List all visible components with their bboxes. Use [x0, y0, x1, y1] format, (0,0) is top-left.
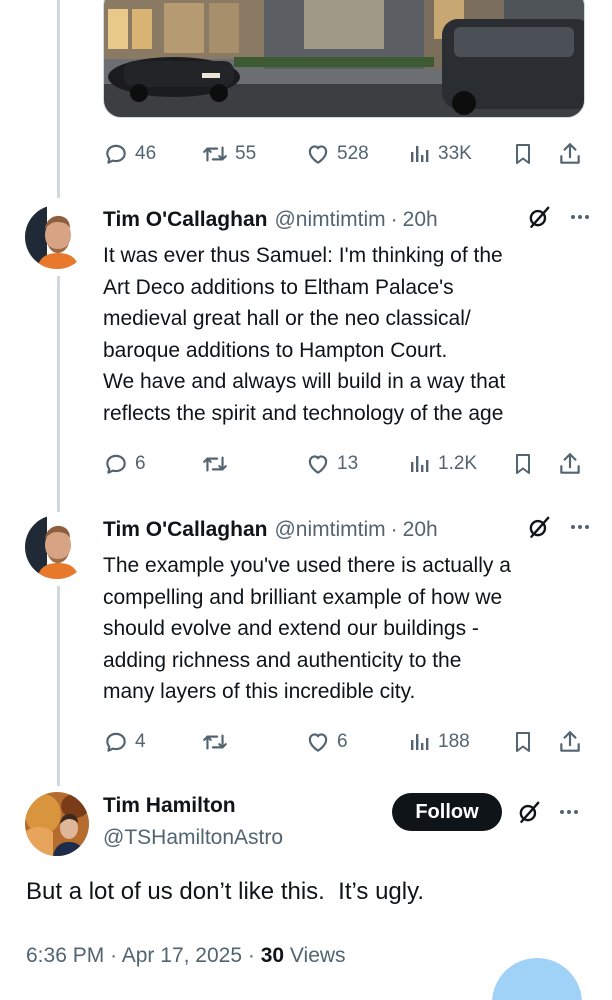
bookmark-icon [511, 729, 535, 755]
retweet-button[interactable] [201, 724, 229, 760]
like-count: 6 [337, 731, 348, 752]
tweet-text-line: It was ever thus Samuel: I'm thinking of… [103, 244, 503, 267]
like-button[interactable]: 6 [305, 724, 348, 760]
author-handle[interactable]: @nimtimtim [274, 208, 385, 232]
author-name[interactable]: Tim O'Callaghan [103, 208, 267, 232]
reply-count: 46 [135, 143, 157, 164]
retweet-count: 55 [235, 143, 257, 164]
separator-dot: · [247, 944, 255, 967]
bookmark-button[interactable] [511, 724, 535, 760]
views-count: 30 [260, 944, 285, 967]
more-icon[interactable] [568, 205, 592, 235]
more-icon[interactable] [568, 515, 592, 545]
bookmark-icon [511, 451, 535, 477]
tweet-actions: 4 6 188 [103, 724, 585, 760]
reply-button[interactable]: 4 [103, 724, 146, 760]
share-icon [557, 141, 583, 167]
main-tweet-text: But a lot of us don’t like this. It’s ug… [26, 878, 424, 905]
views-icon [408, 451, 432, 477]
tweet-text-line: medieval great hall or the neo classical… [103, 307, 471, 330]
views-button[interactable]: 33K [408, 136, 472, 172]
share-icon [557, 729, 583, 755]
tweet-actions: 46 55 528 33K [103, 136, 585, 172]
tweet-text-line: adding richness and authenticity to the [103, 648, 462, 672]
author-name[interactable]: Tim O'Callaghan [103, 518, 267, 542]
more-icon[interactable] [557, 800, 581, 829]
tweet-timestamp[interactable]: 20h [403, 518, 438, 542]
reply-icon [103, 729, 129, 755]
tweet-text-line: compelling and brilliant example of how … [103, 585, 503, 609]
avatar[interactable] [25, 792, 89, 856]
like-count: 13 [337, 453, 359, 474]
heart-icon [305, 451, 331, 477]
separator-dot: · [390, 208, 398, 231]
tweet-text-line: baroque additions to Hampton Court. [103, 338, 448, 362]
author-handle[interactable]: @nimtimtim [274, 518, 385, 542]
views-label: Views [289, 944, 346, 967]
reply-icon [103, 141, 129, 167]
tweet-text-line: We have and always will build in a way t… [103, 370, 506, 393]
bookmark-button[interactable] [511, 446, 535, 482]
grok-icon[interactable] [526, 514, 552, 546]
views-icon [408, 729, 432, 755]
share-button[interactable] [557, 136, 583, 172]
views-button[interactable]: 1.2K [408, 446, 477, 482]
follow-button[interactable]: Follow [392, 793, 502, 831]
views-button[interactable]: 188 [408, 724, 470, 760]
grok-icon[interactable] [516, 799, 542, 830]
tweet-text-line: should evolve and extend our buildings - [103, 617, 479, 640]
avatar[interactable] [25, 205, 89, 269]
post-date[interactable]: Apr 17, 2025 [122, 944, 242, 967]
tweet-text: It was ever thus Samuel: I'm thinking of… [103, 240, 583, 429]
retweet-button[interactable] [201, 446, 229, 482]
separator-dot: · [110, 944, 118, 967]
avatar[interactable] [25, 515, 89, 579]
grok-icon[interactable] [526, 204, 552, 236]
share-button[interactable] [557, 446, 583, 482]
retweet-button[interactable]: 55 [201, 136, 256, 172]
author-name[interactable]: Tim Hamilton [103, 794, 236, 818]
separator-dot: · [390, 518, 398, 541]
retweet-icon [201, 451, 229, 477]
reply-button[interactable]: 6 [103, 446, 146, 482]
like-button[interactable]: 13 [305, 446, 358, 482]
tweet-timestamp[interactable]: 20h [403, 208, 438, 232]
bookmark-button[interactable] [511, 136, 535, 172]
thread-line [57, 0, 60, 198]
tweet-text: The example you've used there is actuall… [103, 550, 583, 708]
share-button[interactable] [557, 724, 583, 760]
reply-count: 4 [135, 731, 146, 752]
tweet-meta: 6:36 PM · Apr 17, 2025 · 30 Views [26, 944, 346, 968]
bookmark-icon [511, 141, 535, 167]
post-time[interactable]: 6:36 PM [26, 944, 104, 967]
reply-icon [103, 451, 129, 477]
tweet-text-line: reflects the spirit and technology of th… [103, 401, 504, 425]
tweet-text-line: many layers of this incredible city. [103, 680, 416, 703]
retweet-icon [201, 729, 229, 755]
share-icon [557, 451, 583, 477]
reply-count: 6 [135, 453, 146, 474]
like-count: 528 [337, 143, 369, 164]
compose-icon[interactable] [492, 958, 582, 1000]
tweet-media-image[interactable] [103, 0, 585, 118]
retweet-icon [201, 141, 229, 167]
tweet-text-line: The example you've used there is actuall… [103, 554, 511, 577]
views-count: 1.2K [438, 453, 478, 474]
thread-line [57, 586, 60, 786]
heart-icon [305, 141, 331, 167]
reply-button[interactable]: 46 [103, 136, 156, 172]
heart-icon [305, 729, 331, 755]
views-count: 33K [438, 143, 472, 164]
thread-line [57, 276, 60, 512]
tweet-actions: 6 13 1.2K [103, 446, 585, 482]
views-icon [408, 141, 432, 167]
author-handle[interactable]: @TSHamiltonAstro [103, 826, 283, 850]
tweet-text-line: Art Deco additions to Eltham Palace's [103, 275, 454, 299]
like-button[interactable]: 528 [305, 136, 369, 172]
views-count: 188 [438, 731, 470, 752]
